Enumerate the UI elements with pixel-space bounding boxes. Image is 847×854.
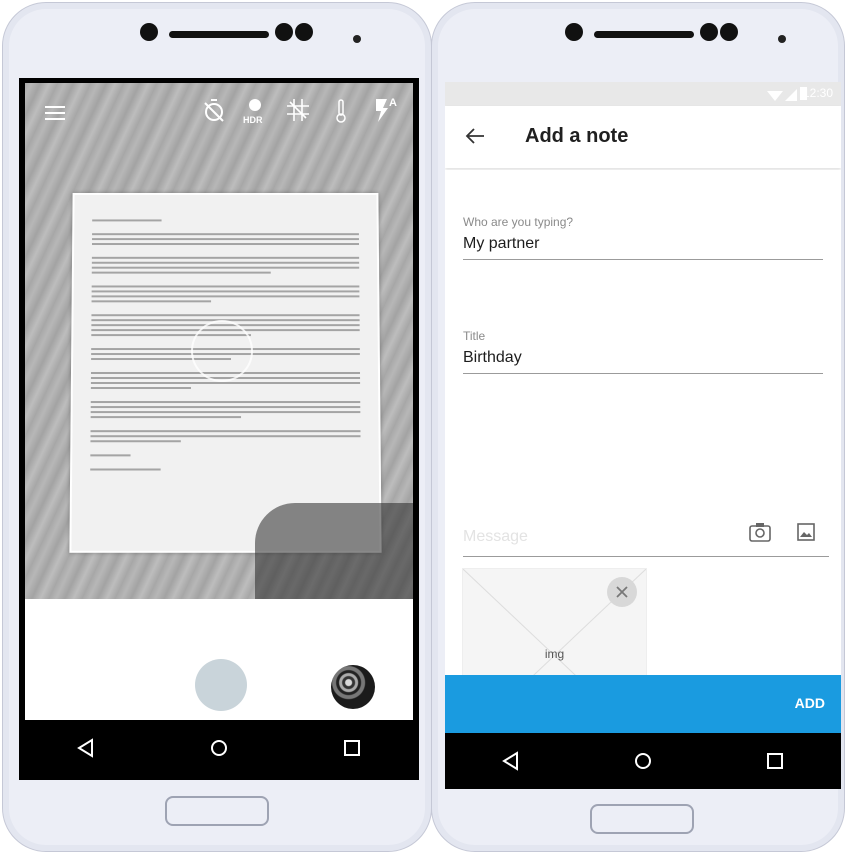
front-camera <box>140 23 158 41</box>
message-field[interactable]: Message <box>463 520 829 557</box>
back-nav-icon[interactable] <box>76 738 96 758</box>
title-field[interactable]: Title Birthday <box>463 329 823 374</box>
note-form: Who are you typing? My partner Title Bir… <box>445 170 841 743</box>
who-field[interactable]: Who are you typing? My partner <box>463 215 823 260</box>
who-value[interactable]: My partner <box>463 235 823 259</box>
add-button[interactable]: ADD <box>445 675 841 733</box>
app-bar: Add a note <box>445 106 841 168</box>
sensor-dot <box>720 23 738 41</box>
screen-right: 12:30 Add a note Who are you typing? My … <box>445 82 841 789</box>
phone-frame-right: 12:30 Add a note Who are you typing? My … <box>431 2 845 852</box>
screen-left: HDR A <box>19 78 419 780</box>
camera-icon[interactable] <box>749 522 771 547</box>
add-button-label: ADD <box>794 695 825 711</box>
proximity-sensor <box>353 35 361 43</box>
nav-bar-right <box>445 733 841 789</box>
signal-icon <box>785 88 797 106</box>
arrow-back-icon[interactable] <box>465 126 485 151</box>
shutter-button[interactable] <box>195 659 247 711</box>
focus-ring <box>191 320 253 382</box>
flash-auto-icon[interactable]: A <box>373 97 397 128</box>
speaker-grille <box>169 31 269 38</box>
sensor-dot <box>700 23 718 41</box>
gallery-thumbnail[interactable] <box>331 665 375 709</box>
phone-frame-left: HDR A <box>2 2 432 852</box>
speaker-grille <box>594 31 694 38</box>
flash-auto-label: A <box>389 97 397 109</box>
page-title: Add a note <box>525 125 629 147</box>
sensor-dot <box>295 23 313 41</box>
back-nav-icon[interactable] <box>501 751 521 771</box>
recents-nav-icon[interactable] <box>342 738 362 758</box>
shadow-overlay <box>255 503 413 599</box>
hamburger-menu-icon[interactable] <box>45 105 65 126</box>
camera-controls <box>25 599 413 720</box>
home-nav-icon[interactable] <box>633 751 653 771</box>
message-placeholder: Message <box>463 528 528 545</box>
front-camera <box>565 23 583 41</box>
grid-icon[interactable] <box>287 99 309 126</box>
status-bar: 12:30 <box>445 82 841 106</box>
camera-viewfinder[interactable]: HDR A <box>25 83 413 599</box>
sensor-dot <box>275 23 293 41</box>
nav-bar-left <box>19 722 419 774</box>
hdr-icon[interactable]: HDR <box>243 97 267 130</box>
timer-off-icon[interactable] <box>203 99 225 128</box>
proximity-sensor <box>778 35 786 43</box>
hdr-label: HDR <box>243 115 263 125</box>
image-placeholder-label: img <box>544 647 565 661</box>
close-icon[interactable] <box>607 577 637 607</box>
camera-toolbar: HDR A <box>25 83 413 143</box>
title-label: Title <box>463 329 486 343</box>
status-time: 12:30 <box>802 86 833 100</box>
home-hardware-button[interactable] <box>590 804 694 834</box>
wifi-icon <box>767 88 783 106</box>
title-value[interactable]: Birthday <box>463 349 823 373</box>
image-icon[interactable] <box>797 523 815 546</box>
thermometer-icon[interactable] <box>335 99 347 128</box>
recents-nav-icon[interactable] <box>765 751 785 771</box>
home-hardware-button[interactable] <box>165 796 269 826</box>
home-nav-icon[interactable] <box>209 738 229 758</box>
who-label: Who are you typing? <box>463 215 574 229</box>
